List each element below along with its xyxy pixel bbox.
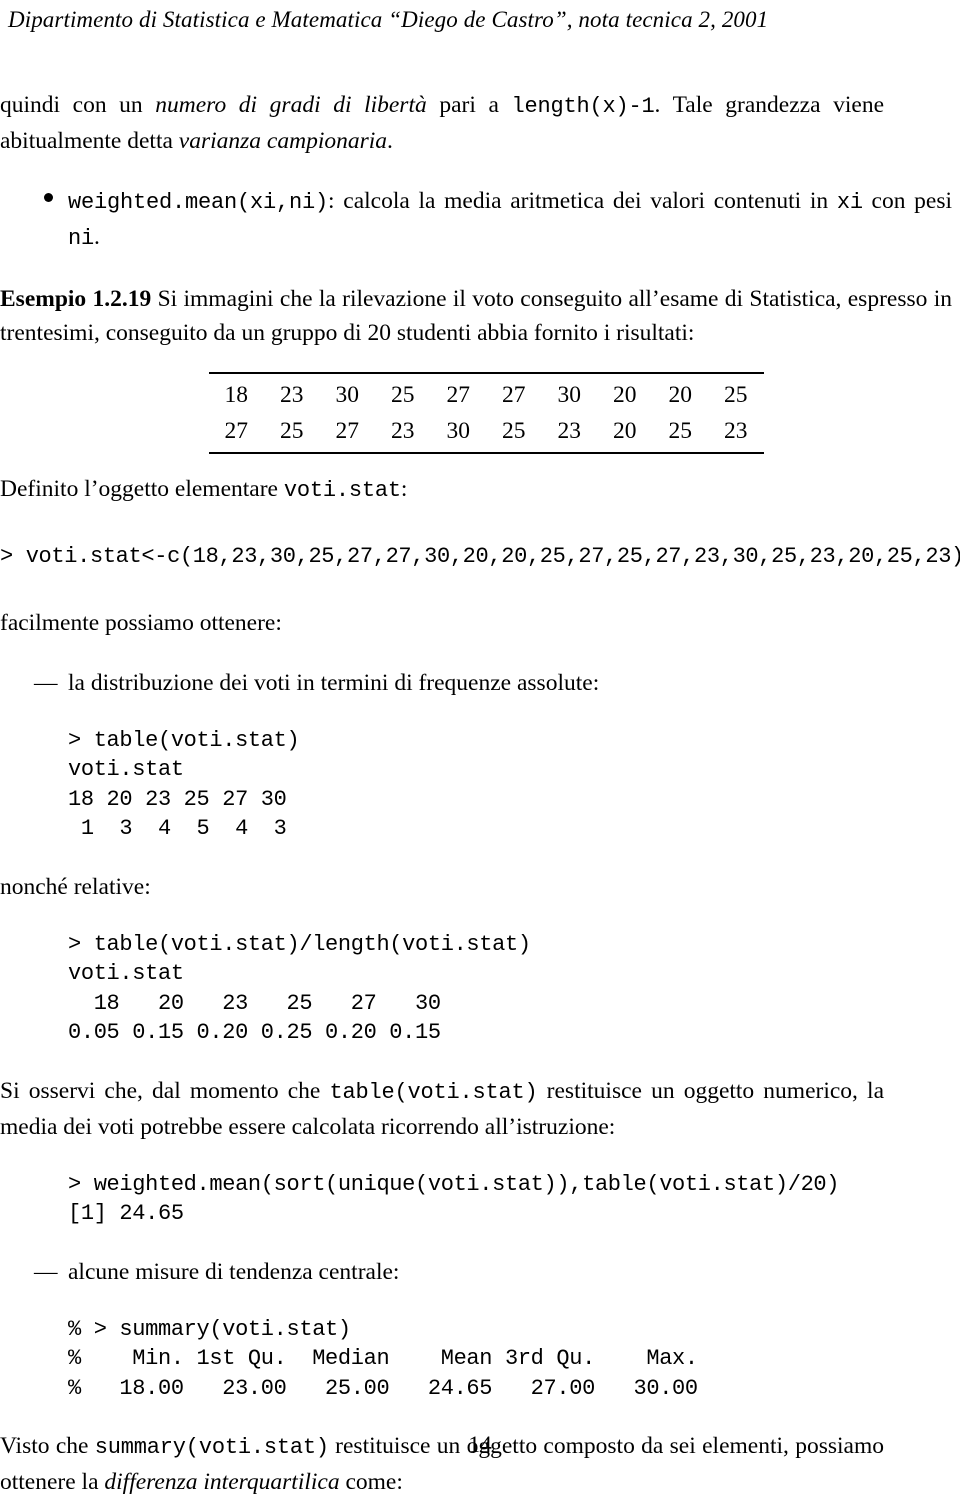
text-fragment: come:: [339, 1469, 403, 1495]
code-block-summary: % > summary(voti.stat) % Min. 1st Qu. Me…: [68, 1316, 698, 1401]
em-dash-icon: —: [34, 1258, 58, 1285]
list-item-frequenze-assolute: — la distribuzione dei voti in termini d…: [34, 666, 928, 700]
voti-data-table: 18 23 30 25 27 27 30 20 20 25 27 25 27 2…: [208, 372, 764, 454]
table-cell: 25: [375, 372, 431, 413]
table-cell: 23: [264, 372, 320, 413]
text-fragment: .: [387, 128, 393, 154]
inline-code-weighted-mean: weighted.mean(xi,ni): [68, 190, 329, 215]
table-cell: 18: [208, 372, 264, 413]
table-cell: 25: [708, 372, 764, 413]
table-cell: 27: [486, 372, 542, 413]
inline-code-ni: ni: [68, 226, 95, 251]
table-cell: 23: [708, 413, 764, 454]
list-item-text: la distribuzione dei voti in termini di …: [68, 669, 600, 696]
paragraph-definito: Definito l’oggetto elementare voti.stat:: [0, 472, 952, 508]
text-fragment: .: [94, 224, 100, 250]
table-cell: 23: [375, 413, 431, 454]
running-header: Dipartimento di Statistica e Matematica …: [8, 7, 769, 32]
table-cell: 25: [264, 413, 320, 454]
text-fragment: :: [400, 476, 408, 502]
esempio-label: Esempio 1.2.19: [0, 286, 152, 312]
emphasis-gradi-liberta: numero di gradi di libertà: [155, 92, 427, 118]
page-content: quindi con un numero di gradi di libertà…: [0, 88, 960, 1499]
text-fragment: quindi con un: [0, 92, 156, 118]
table-cell: 30: [430, 413, 486, 454]
document-page: Dipartimento di Statistica e Matematica …: [0, 0, 960, 1495]
text-fragment: Definito l’oggetto elementare: [0, 476, 284, 502]
code-block-weighted-mean: > weighted.mean(sort(unique(voti.stat)),…: [68, 1171, 840, 1227]
text-fragment: pari a: [426, 92, 512, 118]
table-cell: 25: [652, 413, 708, 454]
table-cell: 30: [541, 372, 597, 413]
data-table-container: 18 23 30 25 27 27 30 20 20 25 27 25 27 2…: [0, 372, 960, 454]
table-row: 27 25 27 23 30 25 23 20 25 23: [208, 413, 764, 454]
text-fragment: Si osservi che, dal momento che: [0, 1077, 330, 1104]
code-block-assign: > voti.stat<-c(18,23,30,25,27,27,30,20,2…: [0, 544, 960, 569]
list-item-tendenza-centrale: — alcune misure di tendenza centrale:: [34, 1255, 928, 1289]
table-cell: 27: [319, 413, 375, 454]
inline-code-xi: xi: [836, 190, 863, 215]
page-number: 14: [468, 1432, 492, 1458]
list-item-text: alcune misure di tendenza centrale:: [68, 1258, 400, 1285]
table-cell: 20: [597, 413, 653, 454]
emphasis-varianza-campionaria: varianza campionaria: [178, 128, 388, 154]
table-cell: 27: [430, 372, 486, 413]
paragraph-facilmente: facilmente possiamo ottenere:: [0, 609, 282, 636]
table-cell: 30: [319, 372, 375, 413]
code-block-table-absolute: > table(voti.stat) voti.stat 18 20 23 25…: [68, 727, 300, 842]
paragraph-varianza-campionaria: quindi con un numero di gradi di libertà…: [0, 88, 884, 158]
code-block-table-relative: > table(voti.stat)/length(voti.stat) vot…: [68, 931, 531, 1046]
table-cell: 20: [652, 372, 708, 413]
inline-code-length: length(x)-1: [511, 94, 655, 119]
bullet-icon: [44, 193, 53, 202]
table-row: 18 23 30 25 27 27 30 20 20 25: [208, 372, 764, 413]
text-fragment: con pesi: [862, 188, 952, 214]
emphasis-differenza-interquartilica: differenza interquartilica: [104, 1469, 340, 1495]
inline-code-table-voti-stat: table(voti.stat): [329, 1079, 538, 1105]
em-dash-icon: —: [34, 669, 58, 696]
inline-code-voti-stat: voti.stat: [283, 478, 401, 503]
list-item-text: weighted.mean(xi,ni): calcola la media a…: [68, 184, 952, 256]
table-cell: 23: [541, 413, 597, 454]
paragraph-esempio: Esempio 1.2.19 Si immagini che la rileva…: [0, 282, 952, 350]
list-item-weighted-mean: weighted.mean(xi,ni): calcola la media a…: [44, 184, 952, 256]
paragraph-nonche-relative: nonché relative:: [0, 873, 151, 900]
text-fragment: : calcola la media aritmetica dei valori…: [328, 188, 837, 214]
table-cell: 20: [597, 372, 653, 413]
table-cell: 27: [208, 413, 264, 454]
paragraph-si-osservi: Si osservi che, dal momento che table(vo…: [0, 1074, 884, 1144]
table-cell: 25: [486, 413, 542, 454]
